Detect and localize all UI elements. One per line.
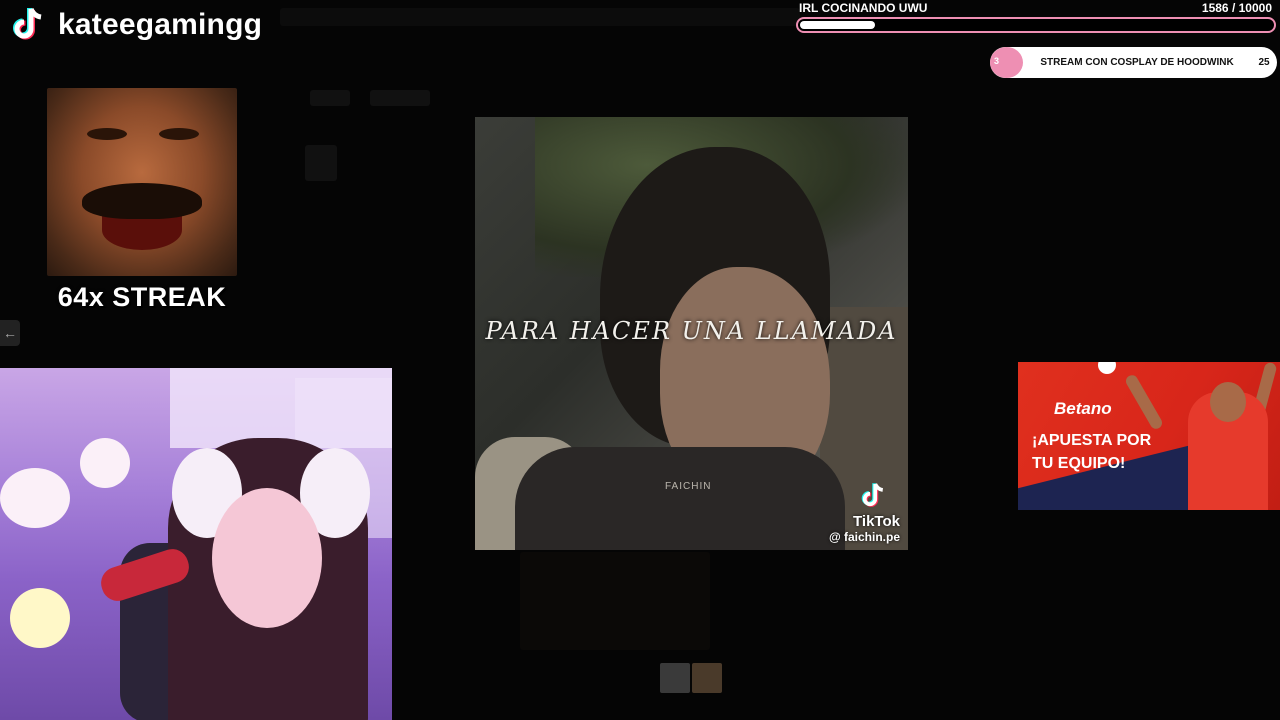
ghost-chip (310, 90, 350, 106)
emote-eye (87, 128, 127, 140)
tiktok-logo-icon (861, 483, 884, 507)
streak-emote-image (47, 88, 237, 276)
cosplay-goal-text: STREAM CON COSPLAY DE HOODWINK (1040, 56, 1234, 68)
tiktok-video[interactable]: PARA HACER UNA LLAMADA FAICHIN TikTok @ … (475, 117, 908, 550)
ghost-chip (370, 90, 430, 106)
streamer-face (212, 488, 322, 628)
ad-player-head (1210, 382, 1246, 422)
ad-brand: Betano (1054, 399, 1112, 418)
tiktok-logo-icon (13, 7, 42, 40)
cam-plush (0, 468, 70, 528)
goal-target: / 10000 (1231, 1, 1272, 15)
video-shirt (515, 447, 845, 550)
tiktok-wordmark: TikTok (853, 513, 900, 530)
cosplay-goal-count-badge: 3 (990, 47, 1023, 78)
player-arm (1123, 373, 1165, 431)
soccer-ball-icon (1098, 362, 1116, 374)
streamer-name: kateegamingg (58, 8, 263, 41)
cam-plush (10, 588, 70, 648)
streak-label: 64x STREAK (57, 282, 227, 312)
sub-goal-widget: IRL COCINANDO UWU 1586 / 10000 (796, 0, 1276, 33)
betano-ad-banner[interactable]: Betano ¡APUESTA POR TU EQUIPO! (1018, 362, 1280, 510)
back-arrow-icon[interactable]: ← (0, 320, 20, 346)
ghost-chip (305, 145, 337, 181)
video-thumbnail[interactable] (660, 663, 690, 693)
goal-progress-track (796, 17, 1276, 33)
tiktok-watermark: TikTok @ faichin.pe (829, 481, 900, 544)
creator-handle: @ faichin.pe (828, 530, 900, 544)
emote-mustache (82, 183, 202, 219)
streamer-brand: kateegamingg (8, 5, 262, 45)
emote-eye (159, 128, 199, 140)
ghost-tab-bar (280, 8, 800, 26)
video-thumbnail[interactable] (692, 663, 722, 693)
cosplay-goal-count: 3 (994, 56, 1000, 66)
goal-progress-fill (800, 21, 875, 29)
video-watermark: FAICHIN (665, 481, 712, 492)
cosplay-goal-target: 25 (1258, 57, 1270, 68)
webcam-feed (0, 368, 392, 720)
cam-plush (80, 438, 130, 488)
ad-slogan: ¡APUESTA POR TU EQUIPO! (1032, 432, 1152, 472)
cosplay-goal-pill: 3 STREAM CON COSPLAY DE HOODWINK 25 (990, 47, 1277, 78)
goal-title: IRL COCINANDO UWU (799, 1, 928, 15)
goal-current: 1586 (1201, 1, 1229, 15)
video-caption: PARA HACER UNA LLAMADA (485, 317, 898, 345)
ghost-chip (520, 552, 710, 650)
